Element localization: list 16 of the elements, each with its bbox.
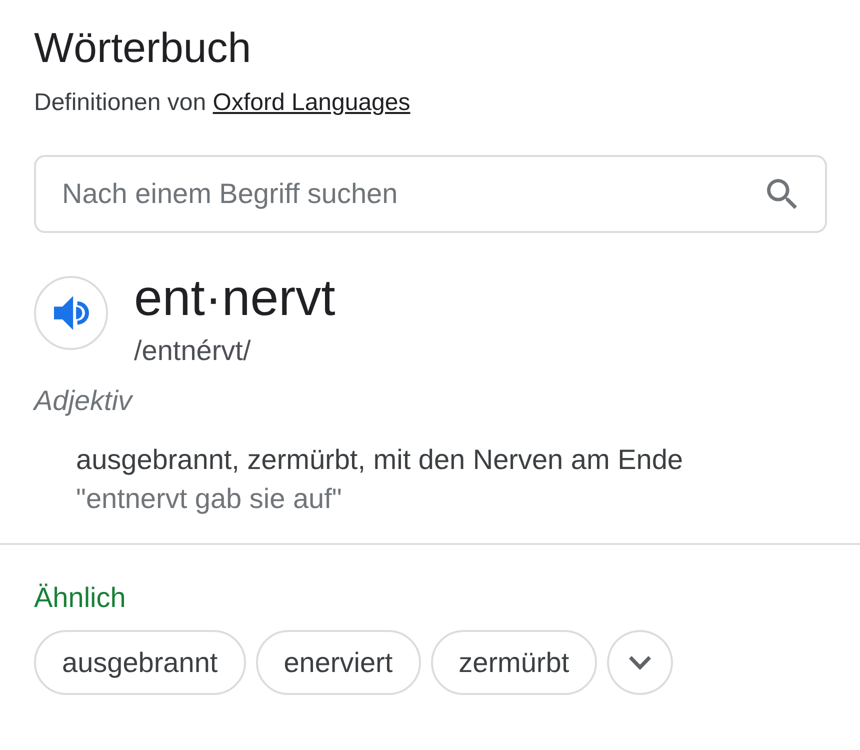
synonym-chip[interactable]: enerviert <box>256 630 421 695</box>
dictionary-title: Wörterbuch <box>34 24 252 72</box>
example-text: "entnervt gab sie auf" <box>76 482 343 516</box>
headword: ent·nervt <box>134 270 336 326</box>
synonym-chip[interactable]: ausgebrannt <box>34 630 246 695</box>
speaker-icon <box>54 296 88 330</box>
source-line: Definitionen von Oxford Languages <box>34 88 412 118</box>
search-icon <box>767 179 797 209</box>
chevron-down-icon <box>629 656 652 670</box>
part-of-speech: Adjektiv <box>34 384 134 418</box>
source-link[interactable]: Oxford Languages <box>212 89 410 116</box>
similar-heading: Ähnlich <box>34 581 127 615</box>
synonym-chip[interactable]: zermürbt <box>430 630 598 695</box>
definition-text: ausgebrannt, zermürbt, mit den Nerven am Ende <box>76 443 684 477</box>
pronunciation: /entnérvt/ <box>134 334 252 368</box>
search-field[interactable]: Nach einem Begriff suchen <box>34 155 827 233</box>
